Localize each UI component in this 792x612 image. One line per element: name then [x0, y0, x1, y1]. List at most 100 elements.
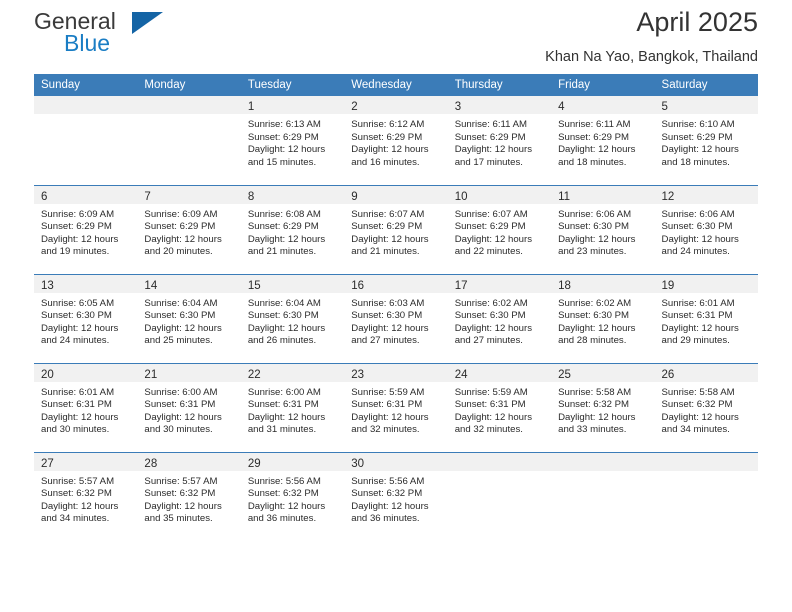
brand-triangle-icon [132, 12, 163, 34]
day-cell[interactable]: 22 Sunrise: 6:00 AM Sunset: 6:31 PM Dayligh… [240, 362, 345, 452]
day-cell[interactable]: 23 Sunrise: 5:59 AM Sunset: 6:31 PM Dayligh… [344, 362, 448, 452]
day-cell[interactable]: 5 Sunrise: 6:10 AM Sunset: 6:29 PM Daylight… [654, 96, 758, 185]
daylight-duration-line2: and 29 minutes. [661, 335, 730, 347]
day-cell[interactable]: 24 Sunrise: 5:59 AM Sunset: 6:31 PM Dayligh… [447, 362, 552, 452]
day-details: Sunrise: 6:00 AM Sunset: 6:31 PM Daylight:… [137, 382, 240, 437]
day-cell[interactable]: 25 Sunrise: 5:58 AM Sunset: 6:32 PM Dayligh… [551, 362, 655, 452]
sunset-time: Sunset: 6:29 PM [247, 131, 319, 143]
day-cell[interactable]: 10 Sunrise: 6:07 AM Sunset: 6:29 PM Dayligh… [447, 184, 552, 274]
daylight-duration-line2: and 25 minutes. [144, 335, 213, 347]
day-cell[interactable]: 20 Sunrise: 6:01 AM Sunset: 6:31 PM Dayligh… [34, 362, 138, 452]
day-cell[interactable]: 11 Sunrise: 6:06 AM Sunset: 6:30 PM Dayligh… [551, 184, 655, 274]
day-cell-inner: 8 Sunrise: 6:08 AM Sunset: 6:29 PM Daylight… [240, 185, 345, 274]
calendar-week-row: 6 Sunrise: 6:09 AM Sunset: 6:29 PM Daylight… [34, 184, 758, 274]
day-cell[interactable]: 14 Sunrise: 6:04 AM Sunset: 6:30 PM Dayligh… [137, 273, 241, 363]
sunrise-time: Sunrise: 6:05 AM [41, 297, 115, 309]
sunrise-time: Sunrise: 5:58 AM [558, 386, 632, 398]
day-cell[interactable]: 16 Sunrise: 6:03 AM Sunset: 6:30 PM Dayligh… [344, 273, 448, 363]
sunrise-time: Sunrise: 6:06 AM [661, 208, 735, 220]
day-number-strip: 1 [240, 96, 345, 114]
day-cell[interactable]: 18 Sunrise: 6:02 AM Sunset: 6:30 PM Dayligh… [551, 273, 655, 363]
day-number: 5 [661, 101, 668, 113]
sunrise-time: Sunrise: 6:07 AM [454, 208, 528, 220]
sunset-time: Sunset: 6:30 PM [41, 310, 112, 322]
daylight-duration-line2: and 30 minutes. [41, 424, 110, 436]
day-cell[interactable]: 9 Sunrise: 6:07 AM Sunset: 6:29 PM Daylight… [344, 184, 448, 274]
day-cell[interactable]: 30 Sunrise: 5:56 AM Sunset: 6:32 PM Dayligh… [344, 451, 448, 541]
day-cell-inner: 18 Sunrise: 6:02 AM Sunset: 6:30 PM Dayligh… [551, 274, 655, 363]
brand-logo[interactable]: General Blue [34, 8, 234, 64]
calendar-week-row: 1 Sunrise: 6:13 AM Sunset: 6:29 PM Daylight… [34, 96, 758, 185]
day-cell[interactable]: 29 Sunrise: 5:56 AM Sunset: 6:32 PM Dayligh… [240, 451, 345, 541]
day-cell[interactable]: 6 Sunrise: 6:09 AM Sunset: 6:29 PM Daylight… [34, 184, 138, 274]
daylight-duration-line2: and 20 minutes. [144, 246, 213, 258]
day-details: Sunrise: 6:08 AM Sunset: 6:29 PM Daylight:… [241, 204, 344, 259]
sunrise-time: Sunrise: 5:57 AM [144, 475, 218, 487]
sunrise-time: Sunrise: 5:57 AM [41, 475, 115, 487]
day-number-strip: 18 [551, 274, 655, 293]
day-details: Sunrise: 6:04 AM Sunset: 6:30 PM Daylight:… [137, 293, 240, 348]
sunrise-time: Sunrise: 5:56 AM [247, 475, 321, 487]
day-cell-inner: 27 Sunrise: 5:57 AM Sunset: 6:32 PM Dayligh… [34, 452, 138, 542]
sunrise-time: Sunrise: 6:03 AM [351, 297, 425, 309]
day-cell[interactable]: 21 Sunrise: 6:00 AM Sunset: 6:31 PM Dayligh… [137, 362, 241, 452]
day-cell[interactable]: 3 Sunrise: 6:11 AM Sunset: 6:29 PM Daylight… [447, 96, 552, 185]
day-details: Sunrise: 6:01 AM Sunset: 6:31 PM Daylight:… [655, 293, 758, 348]
day-details: Sunrise: 6:07 AM Sunset: 6:29 PM Daylight:… [448, 204, 551, 259]
day-cell[interactable]: 28 Sunrise: 5:57 AM Sunset: 6:32 PM Dayligh… [137, 451, 241, 542]
day-number-strip: 8 [240, 185, 345, 204]
day-number-strip: 28 [137, 452, 241, 471]
day-cell[interactable]: 7 Sunrise: 6:09 AM Sunset: 6:29 PM Daylight… [137, 184, 241, 274]
daylight-duration-line1: Daylight: 12 hours [661, 144, 739, 156]
daylight-duration-line1: Daylight: 12 hours [351, 144, 429, 156]
day-cell[interactable]: 17 Sunrise: 6:02 AM Sunset: 6:30 PM Dayligh… [447, 273, 552, 363]
day-number-strip: 29 [240, 452, 345, 471]
daylight-duration-line1: Daylight: 12 hours [558, 233, 636, 245]
day-cell[interactable]: 4 Sunrise: 6:11 AM Sunset: 6:29 PM Daylight… [551, 96, 655, 185]
day-number-strip: 6 [34, 185, 138, 204]
day-cell-inner: 28 Sunrise: 5:57 AM Sunset: 6:32 PM Dayligh… [137, 452, 241, 542]
daylight-duration-line1: Daylight: 12 hours [351, 500, 429, 512]
sunrise-time: Sunrise: 5:58 AM [661, 386, 735, 398]
day-cell-inner: 9 Sunrise: 6:07 AM Sunset: 6:29 PM Daylight… [344, 185, 448, 274]
calendar-table: Sunday Monday Tuesday Wednesday Thursday… [34, 74, 758, 541]
sunrise-time: Sunrise: 6:01 AM [41, 386, 115, 398]
weekday-header-monday: Monday [137, 74, 241, 96]
sunrise-time: Sunrise: 6:02 AM [454, 297, 528, 309]
day-cell[interactable]: 2 Sunrise: 6:12 AM Sunset: 6:29 PM Daylight… [344, 96, 448, 185]
title-block: April 2025 Khan Na Yao, Bangkok, Thailan… [545, 0, 758, 67]
sunset-time: Sunset: 6:32 PM [247, 488, 319, 500]
sunset-time: Sunset: 6:29 PM [351, 221, 423, 233]
day-cell-inner: 4 Sunrise: 6:11 AM Sunset: 6:29 PM Daylight… [551, 96, 655, 185]
day-number: 28 [144, 457, 158, 470]
day-number: 3 [454, 101, 462, 113]
day-cell-inner [137, 96, 241, 185]
day-cell[interactable]: 1 Sunrise: 6:13 AM Sunset: 6:29 PM Daylight… [240, 96, 345, 185]
day-cell-inner: 26 Sunrise: 5:58 AM Sunset: 6:32 PM Dayligh… [654, 363, 758, 452]
sunrise-time: Sunrise: 6:09 AM [144, 208, 218, 220]
daylight-duration-line1: Daylight: 12 hours [41, 411, 119, 423]
daylight-duration-line2: and 34 minutes. [661, 424, 730, 436]
day-cell[interactable]: 13 Sunrise: 6:05 AM Sunset: 6:30 PM Dayligh… [34, 273, 138, 363]
day-cell-inner: 1 Sunrise: 6:13 AM Sunset: 6:29 PM Daylight… [240, 96, 345, 185]
day-number-strip [137, 96, 241, 114]
day-cell-inner: 16 Sunrise: 6:03 AM Sunset: 6:30 PM Dayligh… [344, 274, 448, 363]
day-details [34, 114, 137, 119]
day-number-strip: 5 [654, 96, 758, 114]
day-cell[interactable]: 8 Sunrise: 6:08 AM Sunset: 6:29 PM Daylight… [240, 184, 345, 274]
daylight-duration-line1: Daylight: 12 hours [247, 322, 326, 334]
day-number-strip: 2 [344, 96, 448, 114]
day-details: Sunrise: 6:11 AM Sunset: 6:29 PM Daylight:… [551, 114, 654, 169]
day-number-strip [654, 452, 758, 471]
sunset-time: Sunset: 6:29 PM [558, 131, 630, 143]
day-cell[interactable]: 12 Sunrise: 6:06 AM Sunset: 6:30 PM Dayligh… [654, 184, 758, 274]
day-cell[interactable]: 26 Sunrise: 5:58 AM Sunset: 6:32 PM Dayligh… [654, 362, 758, 452]
daylight-duration-line1: Daylight: 12 hours [454, 233, 533, 245]
day-cell[interactable]: 27 Sunrise: 5:57 AM Sunset: 6:32 PM Dayligh… [34, 451, 138, 542]
sunrise-time: Sunrise: 6:09 AM [41, 208, 115, 220]
day-cell[interactable]: 15 Sunrise: 6:04 AM Sunset: 6:30 PM Dayligh… [240, 273, 345, 363]
day-details: Sunrise: 6:04 AM Sunset: 6:30 PM Daylight:… [241, 293, 344, 348]
day-cell[interactable]: 19 Sunrise: 6:01 AM Sunset: 6:31 PM Dayligh… [654, 273, 758, 363]
day-number-strip: 26 [654, 363, 758, 382]
day-cell-empty [654, 451, 758, 541]
